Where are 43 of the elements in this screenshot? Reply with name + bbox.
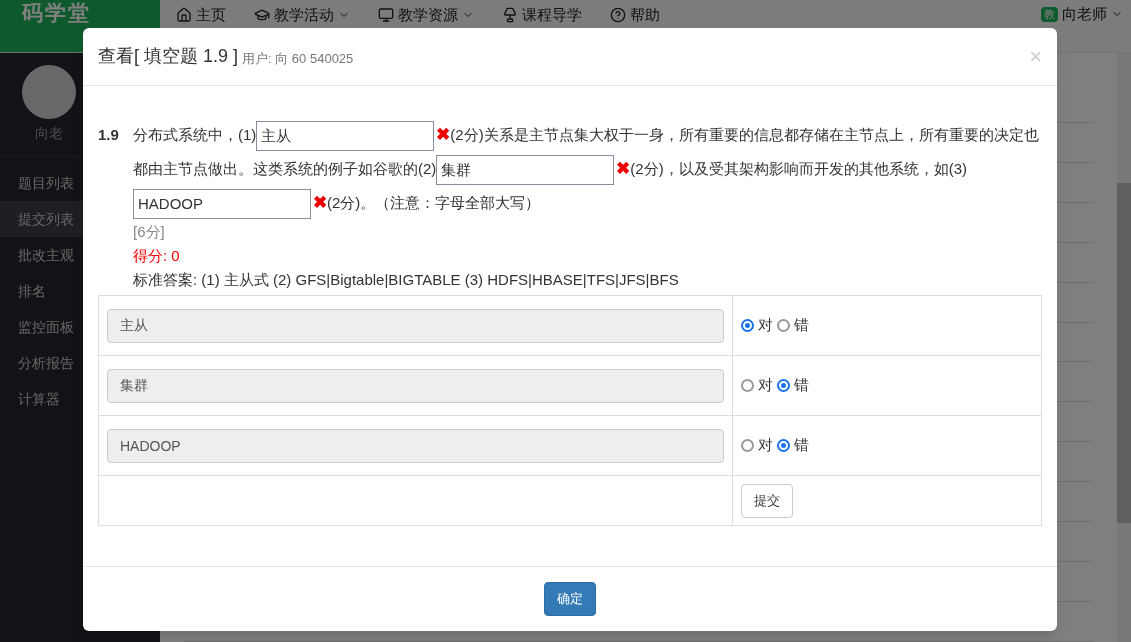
radio-option[interactable]: 错 (777, 314, 809, 337)
radio-option[interactable]: 对 (741, 434, 773, 457)
user-badge: 教 (1041, 7, 1058, 22)
radio-button[interactable] (777, 319, 790, 332)
submit-button[interactable]: 提交 (741, 483, 793, 518)
radio-option[interactable]: 对 (741, 314, 773, 337)
user-info: 用户: 向 60 540025 (242, 49, 354, 68)
question-number: 1.9 (98, 125, 120, 145)
lamp-icon (502, 7, 518, 23)
graduation-cap-icon (254, 7, 270, 23)
user-menu[interactable]: 向老师 (1062, 5, 1123, 23)
confirm-button[interactable]: 确定 (544, 582, 596, 616)
answer-field[interactable]: HADOOP (107, 428, 724, 463)
scrollbar[interactable] (1117, 53, 1131, 642)
blank-field[interactable]: 集群 (436, 155, 615, 186)
radio-button[interactable] (777, 439, 790, 452)
answer-field[interactable]: 集群 (107, 368, 724, 403)
home-icon (176, 7, 192, 23)
radio-option[interactable]: 错 (777, 374, 809, 397)
radio-button[interactable] (777, 379, 790, 392)
score: 得分: 0 (133, 246, 181, 266)
monitor-icon (378, 7, 394, 23)
nav-menu-item[interactable]: 课程导学 (502, 6, 582, 24)
radio-button[interactable] (741, 319, 754, 332)
radio-button[interactable] (741, 379, 754, 392)
answer-field[interactable]: 主从 (107, 308, 724, 343)
result-mark: ✖ (313, 193, 327, 212)
result-mark: ✖ (616, 159, 631, 178)
standard-answer: 标准答案: (1) 主从式 (2) GFS|Bigtable|BIGTABLE (3) HDFS|HBASE|TFS|JFS|BFS (133, 270, 680, 290)
blank-field[interactable]: HADOOP (133, 189, 311, 220)
nav-menu-item[interactable]: 教学资源 (378, 6, 474, 24)
blank-field[interactable]: 主从 (256, 121, 435, 152)
result-mark: ✖ (436, 125, 451, 144)
radio-button[interactable] (741, 439, 754, 452)
radio-option[interactable]: 错 (777, 434, 809, 457)
user-name: 向老 (35, 124, 63, 143)
nav-menu-item[interactable]: 主页 (176, 6, 226, 24)
help-icon (610, 7, 626, 23)
nav-menu-item[interactable]: 帮助 (610, 6, 660, 24)
radio-option[interactable]: 对 (741, 374, 773, 397)
avatar (22, 65, 76, 119)
dialog-title: 查看[ 填空题 1.9 ] (98, 45, 239, 68)
nav-menu-item[interactable]: 教学活动 (254, 6, 350, 24)
